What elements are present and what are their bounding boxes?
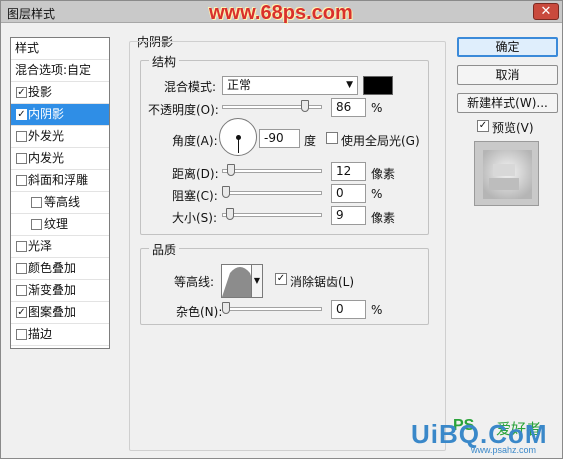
angle-unit: 度 (304, 134, 317, 148)
close-button[interactable]: ✕ (533, 3, 559, 20)
style-item-checkbox[interactable] (16, 131, 27, 142)
style-item-checkbox[interactable] (31, 197, 42, 208)
style-item-checkbox[interactable]: ✓ (16, 109, 27, 120)
preview-label: 预览(V) (492, 121, 534, 135)
opacity-slider[interactable] (222, 100, 322, 112)
style-item-label: 斜面和浮雕 (28, 173, 89, 187)
noise-unit: % (371, 303, 383, 317)
style-item[interactable]: 描边 (11, 324, 109, 346)
global-light-label: 使用全局光(G) (341, 134, 420, 148)
size-slider-thumb[interactable] (226, 208, 234, 220)
choke-label: 阻塞(C): (172, 189, 218, 203)
distance-slider[interactable] (222, 164, 322, 176)
style-item-label: 投影 (28, 85, 53, 99)
style-item[interactable]: ✓ 投影 (11, 82, 109, 104)
style-item-checkbox[interactable] (16, 241, 27, 252)
angle-label: 角度(A): (172, 134, 218, 148)
opacity-label: 不透明度(O): (148, 103, 219, 117)
noise-slider[interactable] (222, 302, 322, 314)
style-item-label: 图案叠加 (28, 305, 77, 319)
structure-title: 结构 (149, 53, 180, 70)
styles-list: 样式 混合选项:自定 ✓ 投影 ✓ 内阴影 外发光 内发光 斜面和浮雕 等高线 纹理 光泽 颜色叠加… (10, 37, 110, 349)
choke-slider-thumb[interactable] (222, 186, 230, 198)
quality-title: 品质 (149, 241, 180, 258)
distance-input[interactable]: 12 (331, 162, 366, 181)
size-unit: 像素 (371, 211, 396, 225)
ok-button[interactable]: 确定 (457, 37, 558, 57)
style-item-checkbox[interactable]: ✓ (16, 87, 27, 98)
contour-label: 等高线: (174, 275, 215, 289)
style-item-label: 渐变叠加 (28, 283, 77, 297)
style-item-label: 内发光 (28, 151, 65, 165)
angle-input[interactable]: -90 (259, 129, 300, 148)
window-title: 图层样式 (7, 7, 56, 21)
antialias-checkbox[interactable]: ✓ (275, 273, 287, 285)
style-item[interactable]: 斜面和浮雕 (11, 170, 109, 192)
contour-dropdown-button[interactable]: ▼ (251, 264, 263, 298)
style-item[interactable]: 渐变叠加 (11, 280, 109, 302)
chevron-down-icon: ▼ (346, 80, 353, 90)
styles-header[interactable]: 样式 (11, 38, 109, 60)
global-light-checkbox[interactable] (326, 132, 338, 144)
style-item-label: 等高线 (44, 195, 81, 209)
style-item-checkbox[interactable]: ✓ (16, 307, 27, 318)
blend-options-item[interactable]: 混合选项:自定 (11, 60, 109, 82)
size-input[interactable]: 9 (331, 206, 366, 225)
angle-dial[interactable] (219, 118, 257, 156)
style-item-checkbox[interactable] (16, 285, 27, 296)
style-item-checkbox[interactable] (16, 175, 27, 186)
choke-slider[interactable] (222, 186, 322, 198)
choke-input[interactable]: 0 (331, 184, 366, 203)
preview-checkbox[interactable]: ✓ (477, 120, 489, 132)
style-preview-thumbnail (474, 141, 539, 206)
choke-unit: % (371, 187, 383, 201)
brand-url-text: www.psahz.com (471, 445, 537, 455)
style-item[interactable]: 纹理 (11, 214, 109, 236)
chevron-down-icon: ▼ (253, 276, 261, 285)
shadow-color-swatch[interactable] (363, 76, 393, 95)
new-style-button[interactable]: 新建样式(W)... (457, 93, 558, 113)
style-item[interactable]: 颜色叠加 (11, 258, 109, 280)
opacity-unit: % (371, 101, 383, 115)
style-item-label: 光泽 (28, 239, 53, 253)
noise-input[interactable]: 0 (331, 300, 366, 319)
distance-unit: 像素 (371, 167, 396, 181)
antialias-label: 消除锯齿(L) (290, 275, 355, 289)
style-item-label: 外发光 (28, 129, 65, 143)
blend-mode-select[interactable]: 正常 ▼ (222, 76, 358, 95)
distance-label: 距离(D): (172, 167, 219, 181)
style-item-checkbox[interactable] (16, 153, 27, 164)
style-item-checkbox[interactable] (16, 263, 27, 274)
style-item[interactable]: ✓ 图案叠加 (11, 302, 109, 324)
style-item-checkbox[interactable] (16, 329, 27, 340)
style-item[interactable]: 内发光 (11, 148, 109, 170)
noise-label: 杂色(N): (176, 305, 223, 319)
title-bar[interactable]: 图层样式 www.68ps.com ✕ (1, 1, 562, 24)
noise-slider-thumb[interactable] (222, 302, 230, 314)
opacity-input[interactable]: 86 (331, 98, 366, 117)
size-slider[interactable] (222, 208, 322, 220)
layer-style-dialog: 图层样式 www.68ps.com ✕ 样式 混合选项:自定 ✓ 投影 ✓ 内阴影 外发… (0, 0, 563, 459)
watermark-text: www.68ps.com (209, 2, 353, 24)
style-item[interactable]: 等高线 (11, 192, 109, 214)
style-item-checkbox[interactable] (31, 219, 42, 230)
style-item-label: 颜色叠加 (28, 261, 77, 275)
style-item[interactable]: 外发光 (11, 126, 109, 148)
style-item-label: 内阴影 (28, 107, 65, 121)
distance-slider-thumb[interactable] (227, 164, 235, 176)
style-item[interactable]: ✓ 内阴影 (11, 104, 109, 126)
style-item-label: 描边 (28, 327, 53, 341)
style-item-label: 纹理 (44, 217, 69, 231)
cancel-button[interactable]: 取消 (457, 65, 558, 85)
style-item[interactable]: 光泽 (11, 236, 109, 258)
blend-mode-label: 混合模式: (164, 80, 217, 94)
size-label: 大小(S): (172, 211, 218, 225)
opacity-slider-thumb[interactable] (301, 100, 309, 112)
